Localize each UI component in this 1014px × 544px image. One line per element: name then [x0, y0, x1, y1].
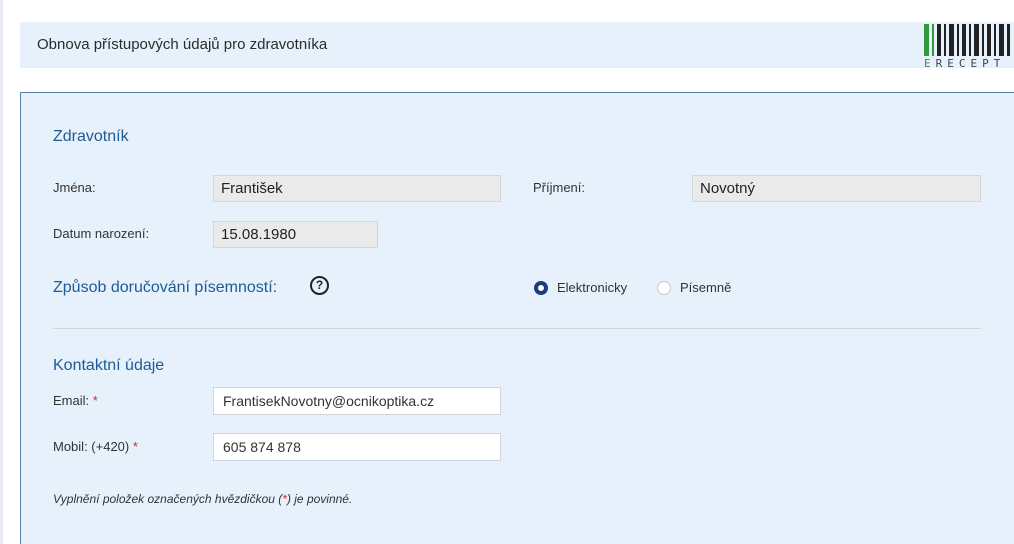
logo-text-rest: RECEPT: [935, 57, 1006, 70]
help-icon[interactable]: ?: [310, 276, 329, 295]
section-title-contact: Kontaktní údaje: [53, 357, 165, 374]
mobile-field[interactable]: 605 874 878: [213, 433, 501, 461]
section-title-zdravotnik: Zdravotník: [53, 128, 129, 145]
note-after: ) je povinné.: [286, 492, 353, 506]
email-field[interactable]: FrantisekNovotny@ocnikoptika.cz: [213, 387, 501, 415]
radio-elektronicky[interactable]: [534, 281, 548, 295]
mobile-required-mark: *: [132, 439, 138, 454]
left-edge-strip: [0, 0, 3, 544]
mobile-label: Mobil: (+420) *: [53, 439, 138, 454]
erecept-logo: ERECEPT: [924, 24, 1014, 72]
email-required-mark: *: [92, 393, 98, 408]
page-header: Obnova přístupových údajů pro zdravotník…: [20, 22, 1014, 68]
radio-pisemne-label[interactable]: Písemně: [680, 280, 731, 295]
logo-text: ERECEPT: [924, 57, 1005, 70]
dob-field: 15.08.1980: [213, 221, 378, 248]
first-name-field: František: [213, 175, 501, 202]
delivery-method-label: Způsob doručování písemností:: [53, 279, 278, 296]
last-name-label: Příjmení:: [533, 180, 586, 195]
form-panel: Zdravotník Jména: František Příjmení: No…: [20, 92, 1014, 544]
page-title: Obnova přístupových údajů pro zdravotník…: [37, 36, 328, 53]
barcode-icon: [924, 24, 1010, 56]
last-name-field: Novotný: [692, 175, 981, 202]
first-name-label: Jména:: [53, 180, 96, 195]
mobile-label-text: Mobil: (+420): [53, 439, 130, 454]
radio-pisemne[interactable]: [657, 281, 671, 295]
divider: [53, 328, 981, 329]
email-label-text: Email:: [53, 393, 90, 408]
required-fields-note: Vyplnění položek označených hvězdičkou (…: [53, 492, 352, 506]
radio-elektronicky-label[interactable]: Elektronicky: [557, 280, 627, 295]
email-label: Email: *: [53, 393, 98, 408]
logo-text-e: E: [924, 57, 936, 70]
dob-label: Datum narození:: [53, 226, 150, 241]
note-before: Vyplnění položek označených hvězdičkou (: [53, 492, 283, 506]
